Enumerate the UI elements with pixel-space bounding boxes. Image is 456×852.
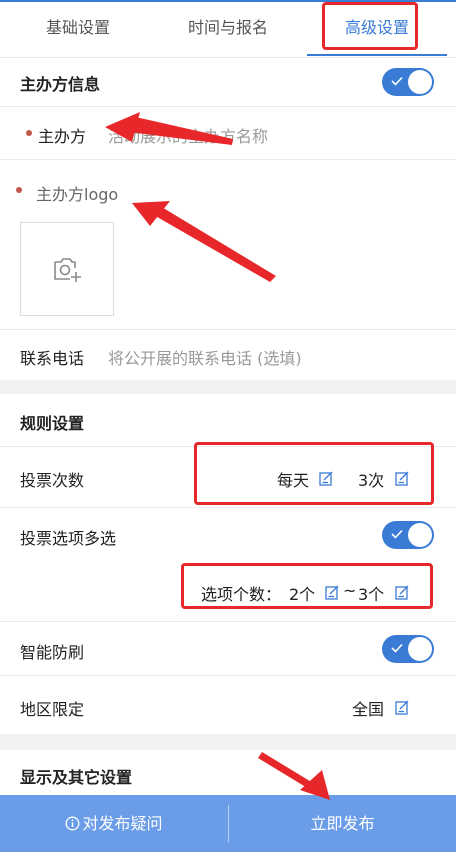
organizer-name-input[interactable]: 活动展示的主办方名称 [108,123,268,147]
option-range-separator: ~ [343,581,357,600]
logo-upload-button[interactable] [20,222,114,316]
tab-basic-settings[interactable]: 基础设置 [8,0,148,56]
region-value[interactable]: 全国 [352,696,384,720]
anti-brush-row: 智能防刷 [0,622,456,675]
phone-row: 联系电话 将公开展的联系电话 (选填) [0,330,456,380]
rules-section-title: 规则设置 [20,414,85,433]
required-dot [16,187,22,193]
edit-icon[interactable] [395,585,410,600]
bottom-action-bar: 对发布疑问 立即发布 [0,795,456,852]
publish-question-label: 对发布疑问 [82,814,163,833]
rules-section-header: 规则设置 [0,394,456,446]
region-label: 地区限定 [20,700,85,719]
publish-now-button[interactable]: 立即发布 [229,795,456,852]
toggle-knob [408,70,432,94]
tab-bar: 基础设置 时间与报名 高级设置 [0,0,456,58]
vote-times-value[interactable]: 3次 [358,467,384,491]
required-dot [26,130,32,136]
region-row: 地区限定 全国 [0,676,456,734]
vote-period-value[interactable]: 每天 [277,467,309,491]
organizer-section-header: 主办方信息 [0,58,456,106]
vote-count-row: 投票次数 每天 3次 [0,447,456,507]
organizer-section-title: 主办方信息 [20,75,101,94]
multi-select-row: 投票选项多选 选项个数： 2个 ~ 3个 [0,508,456,621]
multi-select-toggle[interactable] [382,521,434,549]
edit-icon[interactable] [319,471,334,486]
option-max-value[interactable]: 3个 [358,581,384,605]
edit-icon[interactable] [395,700,410,715]
tab-advanced-settings[interactable]: 高级设置 [307,0,447,56]
option-min-value[interactable]: 2个 [289,581,315,605]
check-icon [391,529,403,539]
phone-label: 联系电话 [20,349,85,368]
anti-brush-toggle[interactable] [382,635,434,663]
publish-question-button[interactable]: 对发布疑问 [0,795,228,852]
display-section-header: 显示及其它设置 [0,750,456,795]
active-tab-indicator [307,54,447,56]
edit-icon[interactable] [325,585,340,600]
vote-count-label: 投票次数 [20,471,85,490]
toggle-knob [408,523,432,547]
tab-time-and-signup[interactable]: 时间与报名 [158,0,298,56]
phone-input[interactable]: 将公开展的联系电话 (选填) [108,345,302,369]
section-gap [0,734,456,750]
organizer-logo-label: 主办方logo [36,185,119,204]
organizer-toggle[interactable] [382,68,434,96]
anti-brush-label: 智能防刷 [20,643,85,662]
organizer-name-label: 主办方 [38,127,87,146]
section-gap [0,380,456,394]
check-icon [391,643,403,653]
organizer-name-row: 主办方 活动展示的主办方名称 [0,107,456,159]
toggle-knob [408,637,432,661]
info-icon [66,816,80,831]
camera-add-icon [54,258,81,282]
option-count-prefix: 选项个数： [201,585,282,604]
multi-select-label: 投票选项多选 [20,529,117,548]
edit-icon[interactable] [395,471,410,486]
check-icon [391,76,403,86]
display-section-title: 显示及其它设置 [20,768,133,787]
